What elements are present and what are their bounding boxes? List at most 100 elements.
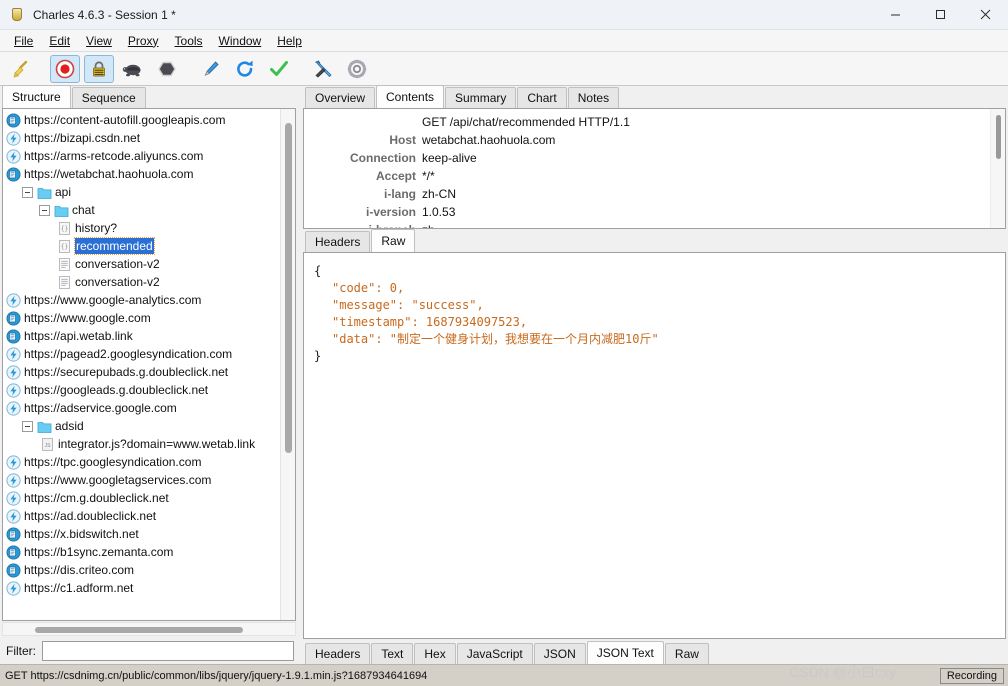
response-tab-headers[interactable]: Headers: [305, 643, 371, 664]
response-tab-javascript[interactable]: JavaScript: [456, 643, 533, 664]
tree-row[interactable]: https://ad.doubleclick.net: [3, 507, 280, 525]
tree-row[interactable]: conversation-v2: [3, 255, 280, 273]
session-tree-container: https://content-autofill.googleapis.com h…: [2, 108, 296, 621]
svg-text:{}: {}: [60, 225, 67, 232]
menu-edit[interactable]: Edit: [41, 32, 78, 50]
tree-row-label: https://arms-retcode.aliyuncs.com: [24, 149, 204, 163]
tree-row[interactable]: adsid: [3, 417, 280, 435]
breakpoints-icon[interactable]: [152, 55, 182, 83]
host-bolt-icon: [5, 364, 21, 380]
tab-notes[interactable]: Notes: [567, 87, 620, 108]
menu-file[interactable]: File: [6, 32, 41, 50]
ssl-proxying-icon[interactable]: [84, 54, 114, 83]
request-tab-raw[interactable]: Raw: [371, 229, 416, 252]
response-json-text[interactable]: {"code": 0, "message": "success", "timesta…: [304, 253, 1005, 638]
tree-row[interactable]: https://cm.g.doubleclick.net: [3, 489, 280, 507]
menu-help[interactable]: Help: [269, 32, 310, 50]
tree-row[interactable]: https://www.googletagservices.com: [3, 471, 280, 489]
tab-structure[interactable]: Structure: [2, 85, 71, 108]
menu-proxy[interactable]: Proxy: [120, 32, 167, 50]
host-globe-icon: [5, 526, 21, 542]
host-globe-icon: [5, 310, 21, 326]
tree-row[interactable]: https://api.wetab.link: [3, 327, 280, 345]
response-tab-raw[interactable]: Raw: [664, 643, 709, 664]
request-scrollbar[interactable]: [990, 109, 1005, 228]
text-file-icon: [56, 256, 72, 272]
response-tab-text[interactable]: Text: [371, 643, 414, 664]
json-line: "timestamp": 1687934097523,: [332, 315, 528, 329]
left-panel: Structure Sequence https://content-autof…: [0, 85, 298, 664]
tools-icon[interactable]: [308, 55, 338, 83]
request-scroll-thumb[interactable]: [996, 115, 1001, 159]
close-button[interactable]: [963, 0, 1008, 30]
tree-row[interactable]: https://x.bidswitch.net: [3, 525, 280, 543]
request-header-value: */*: [422, 169, 435, 183]
tab-summary[interactable]: Summary: [445, 87, 517, 108]
tree-row[interactable]: conversation-v2: [3, 273, 280, 291]
menu-tools[interactable]: Tools: [167, 32, 211, 50]
session-tree[interactable]: https://content-autofill.googleapis.com h…: [3, 109, 280, 620]
record-icon[interactable]: [50, 54, 80, 83]
clear-session-icon[interactable]: [6, 55, 36, 83]
tree-collapse-toggle-icon[interactable]: [22, 186, 33, 198]
menu-view[interactable]: View: [78, 32, 120, 50]
request-header-row: i-version 1.0.53: [304, 203, 990, 221]
menu-window[interactable]: Window: [211, 32, 270, 50]
tree-row[interactable]: {} history?: [3, 219, 280, 237]
tree-row[interactable]: {} recommended: [3, 237, 280, 255]
tree-row-label: https://bizapi.csdn.net: [24, 131, 141, 145]
tree-row[interactable]: https://arms-retcode.aliyuncs.com: [3, 147, 280, 165]
tree-row[interactable]: https://b1sync.zemanta.com: [3, 543, 280, 561]
host-bolt-icon: [5, 472, 21, 488]
tree-row[interactable]: https://adservice.google.com: [3, 399, 280, 417]
throttling-turtle-icon[interactable]: [118, 55, 148, 83]
status-message: GET https://csdnimg.cn/public/common/lib…: [5, 669, 428, 682]
tree-row-label: https://tpc.googlesyndication.com: [24, 455, 202, 469]
tree-row[interactable]: https://pagead2.googlesyndication.com: [3, 345, 280, 363]
tree-row[interactable]: https://wetabchat.haohuola.com: [3, 165, 280, 183]
tree-row[interactable]: https://securepubads.g.doubleclick.net: [3, 363, 280, 381]
tree-row[interactable]: https://c1.adform.net: [3, 579, 280, 597]
tree-scroll-thumb[interactable]: [285, 123, 292, 453]
tree-row[interactable]: https://googleads.g.doubleclick.net: [3, 381, 280, 399]
tree-row[interactable]: https://tpc.googlesyndication.com: [3, 453, 280, 471]
tree-collapse-toggle-icon[interactable]: [22, 420, 33, 432]
host-bolt-icon: [5, 400, 21, 416]
host-bolt-icon: [5, 130, 21, 146]
tab-overview[interactable]: Overview: [305, 87, 376, 108]
tree-row[interactable]: https://www.google-analytics.com: [3, 291, 280, 309]
tree-row[interactable]: https://bizapi.csdn.net: [3, 129, 280, 147]
tab-contents[interactable]: Contents: [376, 85, 445, 108]
tree-row[interactable]: https://content-autofill.googleapis.com: [3, 111, 280, 129]
validate-check-icon[interactable]: [264, 55, 294, 83]
filter-input[interactable]: [42, 641, 294, 661]
request-line-value: GET /api/chat/recommended HTTP/1.1: [422, 115, 630, 129]
tree-row[interactable]: chat: [3, 201, 280, 219]
settings-gear-icon[interactable]: [342, 55, 372, 83]
tree-collapse-toggle-icon[interactable]: [39, 204, 50, 216]
js-file-icon: JS: [39, 436, 55, 452]
tree-row[interactable]: api: [3, 183, 280, 201]
json-file-icon: {}: [56, 238, 72, 254]
minimize-button[interactable]: [873, 0, 918, 30]
repeat-refresh-icon[interactable]: [230, 55, 260, 83]
tree-hscroll-thumb[interactable]: [35, 627, 243, 633]
tree-row-label: https://www.google-analytics.com: [24, 293, 202, 307]
tree-row-label: https://securepubads.g.doubleclick.net: [24, 365, 229, 379]
filter-label: Filter:: [6, 644, 36, 658]
tree-horizontal-scrollbar[interactable]: [2, 622, 296, 636]
maximize-button[interactable]: [918, 0, 963, 30]
tree-row[interactable]: https://dis.criteo.com: [3, 561, 280, 579]
compose-pen-icon[interactable]: [196, 55, 226, 83]
tree-vertical-scrollbar[interactable]: [280, 109, 295, 620]
tree-row[interactable]: JS integrator.js?domain=www.wetab.link: [3, 435, 280, 453]
title-bar: Charles 4.6.3 - Session 1 *: [0, 0, 1008, 30]
tree-row[interactable]: https://www.google.com: [3, 309, 280, 327]
response-tab-json[interactable]: JSON: [533, 643, 586, 664]
tab-chart[interactable]: Chart: [517, 87, 567, 108]
response-tab-json-text[interactable]: JSON Text: [586, 641, 664, 664]
response-tab-hex[interactable]: Hex: [414, 643, 456, 664]
request-tab-headers[interactable]: Headers: [305, 231, 371, 252]
tab-sequence[interactable]: Sequence: [71, 87, 146, 108]
status-bar: GET https://csdnimg.cn/public/common/lib…: [0, 664, 1008, 686]
